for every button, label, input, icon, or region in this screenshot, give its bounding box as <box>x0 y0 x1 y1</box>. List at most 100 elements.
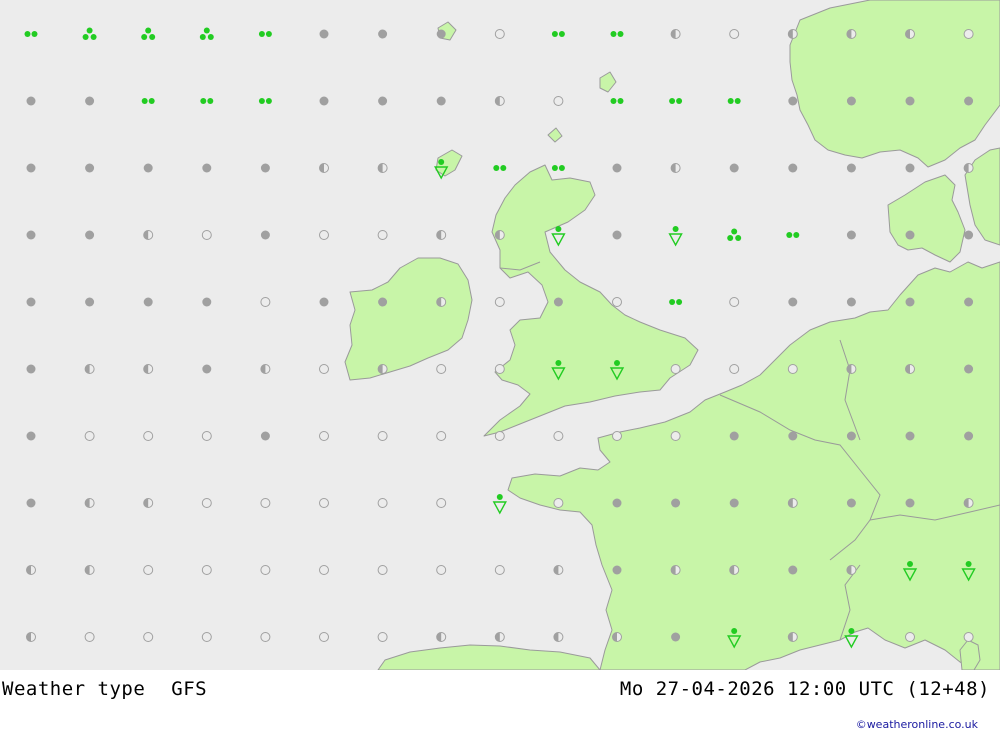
overcast-symbol <box>612 230 622 240</box>
partly-cloudy-symbol <box>377 163 388 173</box>
partly-cloudy-symbol <box>846 29 857 39</box>
overcast-symbol <box>846 431 856 441</box>
overcast-symbol <box>260 163 270 173</box>
clear-symbol <box>494 431 505 441</box>
overcast-symbol <box>319 297 329 307</box>
partly-cloudy-symbol <box>963 498 974 508</box>
clear-symbol <box>436 431 447 441</box>
overcast-symbol <box>26 297 36 307</box>
clear-symbol <box>436 565 447 575</box>
clear-symbol <box>319 632 329 642</box>
clear-symbol <box>377 632 388 642</box>
overcast-symbol <box>905 297 915 307</box>
overcast-symbol <box>26 431 36 441</box>
overcast-symbol <box>378 96 388 106</box>
valid-time: Mo 27-04-2026 12:00 UTC (12+48) <box>619 678 990 700</box>
clear-symbol <box>143 565 154 575</box>
partly-cloudy-symbol <box>846 364 857 374</box>
partly-cloudy-symbol <box>494 96 505 106</box>
partly-cloudy-symbol <box>494 632 505 642</box>
clear-symbol <box>670 364 681 374</box>
legend-title: Weather type <box>2 678 146 700</box>
overcast-symbol <box>26 163 36 173</box>
overcast-symbol <box>846 163 856 173</box>
partly-cloudy-symbol <box>905 29 915 39</box>
overcast-symbol <box>612 565 622 575</box>
overcast-symbol <box>260 431 270 441</box>
clear-symbol <box>201 565 212 575</box>
partly-cloudy-symbol <box>494 230 505 240</box>
overcast-symbol <box>319 29 329 39</box>
overcast-symbol <box>964 364 974 374</box>
clear-symbol <box>260 498 271 508</box>
clear-symbol <box>260 632 271 642</box>
partly-cloudy-symbol <box>84 364 95 374</box>
overcast-symbol <box>905 163 915 173</box>
overcast-symbol <box>85 96 95 106</box>
partly-cloudy-symbol <box>787 632 798 642</box>
clear-symbol <box>729 364 740 374</box>
partly-cloudy-symbol <box>963 163 974 173</box>
map-footer: Weather type GFS Mo 27-04-2026 12:00 UTC … <box>0 670 1000 733</box>
overcast-symbol <box>905 498 915 508</box>
overcast-symbol <box>964 230 974 240</box>
overcast-symbol <box>26 364 36 374</box>
partly-cloudy-symbol <box>377 364 388 374</box>
clear-symbol <box>553 96 564 106</box>
overcast-symbol <box>202 364 212 374</box>
overcast-symbol <box>436 96 446 106</box>
overcast-symbol <box>26 498 36 508</box>
overcast-symbol <box>202 297 212 307</box>
partly-cloudy-symbol <box>436 230 447 240</box>
partly-cloudy-symbol <box>670 565 681 575</box>
clear-symbol <box>201 431 212 441</box>
partly-cloudy-symbol <box>553 565 564 575</box>
partly-cloudy-symbol <box>84 498 95 508</box>
overcast-symbol <box>729 163 739 173</box>
credit-link[interactable]: ©weatheronline.co.uk <box>856 718 978 731</box>
overcast-symbol <box>905 230 915 240</box>
clear-symbol <box>377 230 388 240</box>
overcast-symbol <box>905 431 915 441</box>
partly-cloudy-symbol <box>143 498 154 508</box>
partly-cloudy-symbol <box>26 565 36 575</box>
overcast-symbol <box>846 230 856 240</box>
clear-symbol <box>963 29 974 39</box>
clear-symbol <box>494 297 505 307</box>
clear-symbol <box>143 431 154 441</box>
clear-symbol <box>201 498 212 508</box>
overcast-symbol <box>729 431 739 441</box>
partly-cloudy-symbol <box>260 364 271 374</box>
overcast-symbol <box>319 96 329 106</box>
overcast-symbol <box>26 230 36 240</box>
clear-symbol <box>670 431 681 441</box>
clear-symbol <box>319 498 329 508</box>
clear-symbol <box>319 431 329 441</box>
clear-symbol <box>377 498 388 508</box>
partly-cloudy-symbol <box>670 29 681 39</box>
overcast-symbol <box>143 163 153 173</box>
overcast-symbol <box>202 163 212 173</box>
overcast-symbol <box>846 96 856 106</box>
overcast-symbol <box>846 498 856 508</box>
partly-cloudy-symbol <box>787 498 798 508</box>
overcast-symbol <box>612 163 622 173</box>
overcast-symbol <box>788 163 798 173</box>
partly-cloudy-symbol <box>319 163 329 173</box>
overcast-symbol <box>964 431 974 441</box>
partly-cloudy-symbol <box>787 29 798 39</box>
clear-symbol <box>553 498 564 508</box>
overcast-symbol <box>729 498 739 508</box>
weather-map <box>0 0 1000 670</box>
overcast-symbol <box>143 297 153 307</box>
overcast-symbol <box>671 498 681 508</box>
clear-symbol <box>963 632 974 642</box>
clear-symbol <box>84 632 95 642</box>
clear-symbol <box>612 431 622 441</box>
clear-symbol <box>787 364 798 374</box>
overcast-symbol <box>612 498 622 508</box>
overcast-symbol <box>85 297 95 307</box>
clear-symbol <box>729 297 740 307</box>
overcast-symbol <box>905 96 915 106</box>
overcast-symbol <box>260 230 270 240</box>
